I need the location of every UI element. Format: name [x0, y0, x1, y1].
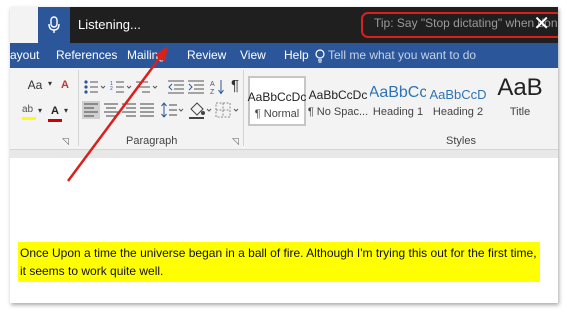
highlight-color-icon[interactable]: ab — [22, 104, 33, 115]
justify-icon[interactable] — [138, 101, 156, 119]
dialog-launcher-icon[interactable]: ◹ — [62, 136, 69, 147]
tell-me-search[interactable]: Tell me what you want to do — [328, 48, 476, 62]
tab-view[interactable]: View — [240, 48, 266, 62]
line-spacing-icon[interactable] — [160, 101, 184, 119]
bullets-icon[interactable] — [84, 80, 106, 94]
shading-icon[interactable] — [188, 101, 212, 119]
multilevel-list-icon[interactable] — [136, 80, 158, 94]
dictation-toolbar: Listening... Tip: Say "Stop dictating" w… — [38, 7, 558, 43]
svg-text:Z: Z — [210, 89, 215, 96]
ribbon-tabs: ayout References Mailing Review View Hel… — [10, 43, 558, 68]
tab-layout[interactable]: ayout — [10, 48, 39, 62]
style-heading-1[interactable]: AaBbCc Heading 1 — [370, 76, 426, 126]
chevron-down-icon[interactable]: ▾ — [48, 79, 52, 88]
borders-icon[interactable] — [214, 101, 240, 119]
microphone-button[interactable] — [38, 7, 70, 43]
align-center-icon[interactable] — [102, 101, 120, 119]
tab-help[interactable]: Help — [284, 48, 309, 62]
group-separator — [78, 70, 79, 146]
style-heading-2[interactable]: AaBbCcD Heading 2 — [428, 76, 488, 126]
font-color-icon[interactable]: A — [48, 102, 62, 120]
dialog-launcher-icon[interactable]: ◹ — [232, 136, 239, 147]
font-color-swatch — [48, 119, 62, 122]
styles-group-label: Styles — [446, 135, 476, 147]
tab-mailings[interactable]: Mailing — [127, 48, 165, 62]
increase-indent-icon[interactable] — [188, 80, 204, 94]
microphone-icon — [48, 16, 60, 33]
page-top-gap — [10, 150, 558, 158]
tab-review[interactable]: Review — [187, 48, 226, 62]
chevron-down-icon[interactable]: ▾ — [64, 106, 68, 115]
show-formatting-button[interactable]: ¶ — [228, 76, 242, 94]
svg-text:A: A — [210, 81, 215, 88]
tab-references[interactable]: References — [56, 48, 117, 62]
word-window: Listening... Tip: Say "Stop dictating" w… — [10, 7, 558, 303]
numbering-icon[interactable]: 12 — [110, 80, 132, 94]
sort-icon[interactable]: AZ — [210, 78, 224, 96]
ribbon-home: Aa ▾ A ab ▾ A ▾ 12 A Z ¶ Paragraph ◹ ◹ A… — [10, 68, 558, 150]
align-right-icon[interactable] — [120, 101, 138, 119]
chevron-down-icon[interactable]: ▾ — [38, 106, 42, 115]
style-title[interactable]: AaB Title — [490, 76, 550, 126]
dictation-status: Listening... — [78, 17, 141, 32]
document-canvas[interactable]: Once Upon a time the universe began in a… — [10, 150, 558, 303]
clear-formatting-button[interactable]: A — [56, 76, 74, 94]
tip-annotation-box — [361, 12, 558, 38]
change-case-button[interactable]: Aa — [22, 76, 48, 94]
document-paragraph[interactable]: Once Upon a time the universe began in a… — [18, 242, 540, 282]
group-separator — [243, 70, 244, 146]
style-no-spacing[interactable]: AaBbCcDc ¶ No Spac... — [308, 76, 368, 126]
lightbulb-icon — [315, 49, 325, 63]
svg-text:2: 2 — [110, 86, 113, 92]
highlight-swatch — [22, 117, 36, 120]
align-left-icon[interactable] — [82, 101, 100, 119]
paragraph-group-label: Paragraph — [126, 135, 178, 147]
style-normal[interactable]: AaBbCcDc ¶ Normal — [248, 76, 306, 126]
decrease-indent-icon[interactable] — [168, 80, 184, 94]
